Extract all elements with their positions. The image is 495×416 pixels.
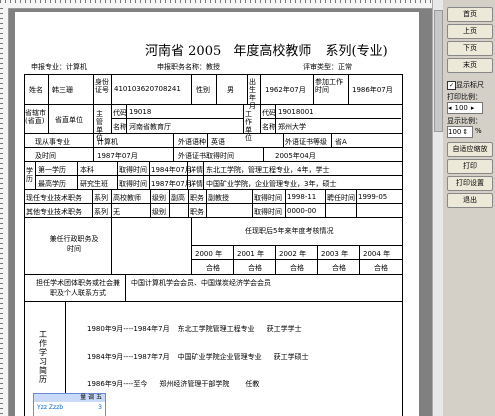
- other-get-value: 0000-00: [287, 207, 317, 215]
- high-edu-value: 研究生班: [80, 180, 108, 188]
- first-edu-time: 1984年07月: [151, 166, 192, 174]
- series-value: 高校教师: [113, 194, 141, 202]
- next-page-button[interactable]: 下页: [447, 41, 493, 56]
- unit-name: 郑州大学: [278, 123, 306, 131]
- title-province: 河南省: [145, 44, 185, 59]
- mini-window-title: 量 调 五: [34, 394, 105, 402]
- prev-page-button[interactable]: 上页: [447, 24, 493, 39]
- assess-result: 合格: [290, 264, 304, 272]
- print-button[interactable]: 打印: [447, 159, 493, 174]
- first-edu-detail: 东北工学院，管理工程专业，4年，学士: [206, 166, 330, 174]
- checkmark-icon: ✓: [447, 80, 456, 90]
- work-start-label: 参加工作时间: [315, 78, 343, 94]
- floating-mini-window[interactable]: 量 调 五 Yzz Zzzb 3: [33, 393, 106, 416]
- name-label: 姓名: [29, 86, 43, 94]
- last-page-button[interactable]: 末页: [447, 58, 493, 73]
- other-series-value: 无: [113, 208, 120, 216]
- sex-value: 男: [227, 86, 234, 94]
- society-value: 中国计算机学会会员、中国煤炭经济学会会员: [131, 279, 271, 287]
- fl-label: 外语语种: [178, 138, 206, 146]
- vertical-scrollbar[interactable]: [432, 0, 443, 416]
- assess-label: 任现职后5年来年度考核情况: [245, 227, 334, 235]
- print-scale-spinner[interactable]: ◂ 100 ▸: [447, 102, 483, 114]
- form-title: 河南省 2005 年度高校教师 系列(专业): [145, 40, 388, 59]
- title-series: 系列(专业): [325, 44, 388, 59]
- history-entry: 1980年9月----1984年7月 东北工学院管理工程专业 获工学学士: [87, 325, 302, 333]
- display-scale-label: 显示比例：: [447, 117, 482, 125]
- declare-title: 申报职务名称：教授: [157, 63, 220, 71]
- first-edu-value: 本科: [80, 166, 94, 174]
- fl-time-label: 外语证书取得时间: [178, 152, 234, 160]
- birth-value: 1962年07月: [265, 86, 306, 94]
- high-edu-time: 1987年07月: [151, 180, 192, 188]
- show-ruler-checkbox[interactable]: ✓ 显示标尺: [447, 80, 484, 90]
- fl-grade-value: 省A: [335, 138, 347, 146]
- history-entry: 1984年9月----1987年7月 中国矿业学院企业管理专业 获工学硕士: [87, 353, 309, 361]
- fl-grade-label: 外语证书等级: [285, 138, 327, 146]
- history-entry: 1986年9月----至今 郑州经济管理干部学院 任教: [87, 380, 260, 388]
- society-label: 担任学术团体职务或社会兼职及个人联系方式: [36, 279, 120, 297]
- other-title-label: 其他专业技术职务: [26, 208, 82, 216]
- scrollbar-thumb[interactable]: [434, 10, 443, 132]
- fl-value: 英语: [211, 138, 225, 146]
- unit-code: 19018001: [278, 108, 314, 116]
- print-scale-label: 打印比例：: [447, 93, 482, 101]
- print-setup-button[interactable]: 打印设置: [447, 176, 493, 191]
- edu-label: 学历: [26, 167, 33, 183]
- birth-label: 出生年月: [249, 78, 256, 110]
- since-value: 1987年07月: [97, 152, 138, 160]
- work-start-value: 1986年07月: [352, 86, 393, 94]
- name-value: 韩三珊: [52, 86, 73, 94]
- current-major-label: 现从事专业: [35, 138, 70, 146]
- declare-major: 申报专业：计算机: [31, 63, 87, 71]
- review-type: 评审类型：正常: [303, 63, 352, 71]
- id-label: 身份证号: [95, 78, 109, 94]
- level-value: 副高: [171, 194, 185, 202]
- exit-button[interactable]: 退出: [447, 193, 493, 208]
- assess-result: 合格: [374, 264, 388, 272]
- title-rest: 年度高校教师: [233, 44, 312, 59]
- control-panel: 首页 上页 下页 末页 ✓ 显示标尺 打印比例： ◂ 100 ▸ 显示比例： 100⇕…: [443, 0, 495, 416]
- horizontal-ruler: [0, 0, 432, 9]
- dept-code: 19018: [129, 108, 152, 116]
- post-value: 副教授: [208, 194, 229, 202]
- first-page-button[interactable]: 首页: [447, 7, 493, 22]
- mini-window-code: Yzz Zzzb: [37, 404, 64, 411]
- city-label: 省辖市(省直): [25, 109, 46, 125]
- report-page: 河南省 2005 年度高校教师 系列(专业) 申报专业：计算机 申报职务名称：教…: [15, 12, 419, 416]
- assess-result: 合格: [248, 264, 262, 272]
- auto-fit-button[interactable]: 自适应缩放: [447, 142, 493, 157]
- preview-area[interactable]: 河南省 2005 年度高校教师 系列(专业) 申报专业：计算机 申报职务名称：教…: [9, 9, 432, 416]
- dept-name: 河南省教育厅: [129, 123, 171, 131]
- get-time-value: 1998-11: [287, 193, 317, 201]
- display-scale-spinner[interactable]: 100⇕: [447, 126, 473, 138]
- assess-result: 合格: [206, 264, 220, 272]
- high-edu-detail: 中国矿业学院，企业管理专业，3年，硕士: [206, 180, 337, 188]
- assess-result: 合格: [332, 264, 346, 272]
- fl-time-value: 2005年04月: [275, 152, 316, 160]
- id-value: 410103620708241: [114, 85, 181, 93]
- history-label: 工作学习简历: [39, 330, 47, 384]
- hire-time-value: 1999-05: [358, 193, 388, 201]
- unit-label: 工作单位: [245, 110, 252, 142]
- vertical-ruler: [0, 8, 9, 416]
- title-year: 2005: [188, 44, 222, 59]
- admin-label: 兼任行政职务及时间: [49, 235, 99, 253]
- city-value: 省直单位: [55, 116, 83, 124]
- current-major-value: 计算机: [97, 138, 118, 146]
- tech-title-label: 现任专业技术职务: [26, 194, 82, 202]
- sex-label: 性别: [196, 86, 210, 94]
